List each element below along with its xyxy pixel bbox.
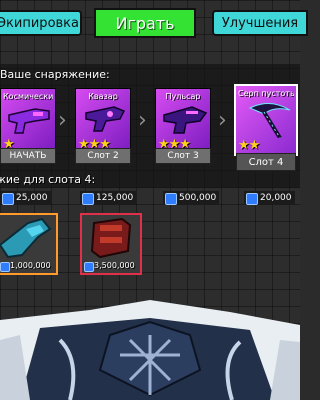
gear-card-1[interactable]: Космический бластер ★ (0, 88, 56, 154)
blaster-weapon-icon (8, 108, 50, 134)
gear-card-name: Пульсар (165, 92, 201, 101)
gem-icon (165, 193, 177, 205)
tab-upgrades[interactable]: Улучшения (212, 10, 308, 36)
void-scythe-icon (248, 103, 291, 138)
cyan-cannon-icon (0, 217, 52, 259)
price-tag[interactable]: 125,000 (80, 191, 137, 205)
price-tag[interactable]: 500,000 (163, 191, 220, 205)
tab-equipment[interactable]: Экипировка (0, 10, 82, 36)
star-rating: ★★ (238, 138, 260, 153)
price-value: 500,000 (179, 193, 217, 203)
gear-card-4-selected[interactable]: Серп пустоты ★★ (234, 84, 298, 156)
price-value: 20,000 (260, 193, 292, 203)
equip-start-button[interactable]: НАЧАТЬ (0, 148, 56, 164)
chevron-right-icon: › (138, 108, 147, 133)
price-value: 25,000 (16, 193, 48, 203)
slot-4-button[interactable]: Слот 4 (236, 153, 296, 171)
slot-2-button[interactable]: Слот 2 (75, 148, 131, 164)
gem-icon (0, 262, 10, 272)
price-value: 125,000 (96, 193, 134, 203)
price-tag[interactable]: 25,000 (0, 191, 51, 205)
red-launcher-icon (90, 217, 132, 259)
gem-icon (246, 193, 258, 205)
upgrade-item-1[interactable]: 1,000,000 (0, 213, 58, 275)
tab-equipment-label: Экипировка (0, 15, 79, 31)
chevron-right-icon: › (218, 108, 227, 133)
upgrade-item-2[interactable]: 3,500,000 (80, 213, 142, 275)
gem-icon (82, 193, 94, 205)
gear-card-name: Квазар (88, 92, 118, 101)
item-cost: 1,000,000 (10, 261, 51, 270)
gear-card-3[interactable]: Пульсар ★★★ (155, 88, 211, 154)
gear-card-2[interactable]: Квазар ★★★ (75, 88, 131, 154)
price-tag[interactable]: 20,000 (244, 191, 295, 205)
play-button-label: Играть (115, 13, 175, 33)
pulsar-weapon-icon (163, 106, 208, 134)
gear-card-name: Космический бластер (3, 92, 53, 101)
gem-icon (84, 262, 94, 272)
gear-panel-title: Ваше снаряжение: (0, 68, 110, 81)
gear-card-name: Серп пустоты (238, 89, 294, 98)
quasar-weapon-icon (85, 106, 126, 132)
slot-upgrades-title: жие для слота 4: (0, 173, 96, 186)
chevron-right-icon: › (58, 108, 67, 133)
tab-upgrades-label: Улучшения (221, 15, 299, 31)
play-button[interactable]: Играть (94, 8, 196, 38)
gem-icon (2, 193, 14, 205)
floor-rune-emblem (0, 300, 300, 400)
item-cost: 3,500,000 (94, 261, 135, 270)
slot-3-button[interactable]: Слот 3 (155, 148, 211, 164)
